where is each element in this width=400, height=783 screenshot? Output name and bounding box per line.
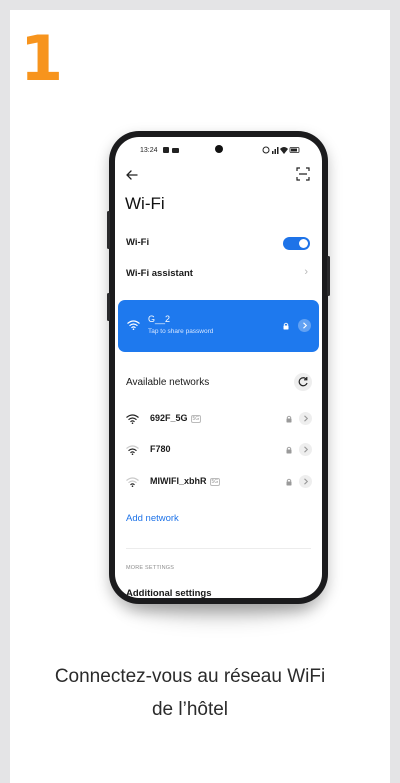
status-time: 13:24	[140, 147, 158, 154]
page-title: Wi-Fi	[125, 194, 165, 213]
chevron-right-icon: ›	[304, 266, 308, 278]
band-badge: 5G	[190, 415, 202, 423]
status-icons	[262, 146, 300, 154]
lock-icon	[283, 322, 289, 330]
network-name-text: MIWIFI_xbhR	[150, 476, 207, 486]
chevron-right-icon	[303, 478, 308, 485]
chevron-right-icon	[302, 322, 307, 329]
step-number: 1	[20, 22, 64, 95]
caption-line-1: Connectez-vous au réseau WiFi	[54, 666, 326, 687]
phone-side-button	[327, 256, 330, 296]
network-row[interactable]: F780	[115, 438, 322, 462]
video-icon	[172, 148, 179, 153]
add-network-link[interactable]: Add network	[126, 513, 179, 524]
additional-settings-row[interactable]: Additional settings	[126, 588, 212, 598]
qr-scan-icon[interactable]	[296, 167, 310, 181]
phone-screen: 13:24 Wi-Fi Wi-Fi Wi-Fi assistant › G__2…	[115, 137, 322, 598]
divider	[126, 548, 311, 549]
toggle-knob	[299, 239, 308, 248]
wifi-toggle-switch[interactable]	[283, 237, 310, 250]
refresh-button[interactable]	[294, 373, 312, 391]
connected-network-subtitle: Tap to share password	[148, 328, 214, 335]
notification-icon	[163, 147, 169, 153]
wifi-weak-signal-icon	[126, 445, 139, 455]
wifi-toggle-label: Wi-Fi	[126, 237, 150, 248]
network-name-text: 692F_5G	[150, 413, 188, 423]
front-camera	[215, 145, 223, 153]
refresh-icon	[298, 377, 308, 387]
wifi-low-signal-icon	[126, 477, 139, 487]
status-bar: 13:24	[115, 137, 322, 161]
network-name-text: F780	[150, 444, 171, 454]
lock-icon	[286, 415, 292, 423]
phone-power-button	[107, 293, 110, 321]
caption-line-2: de l’hôtel	[151, 699, 229, 720]
connected-network-name: G__2	[148, 314, 171, 324]
chevron-right-icon	[303, 446, 308, 453]
network-details-button[interactable]	[298, 319, 311, 332]
network-name: F780	[150, 444, 171, 454]
caption: Connectez-vous au réseau WiFi de l’hôtel	[20, 660, 360, 726]
connected-network-card[interactable]: G__2 Tap to share password	[118, 300, 319, 352]
network-row[interactable]: 692F_5G 5G	[115, 407, 322, 431]
more-settings-header: MORE SETTINGS	[126, 565, 175, 571]
network-details-button[interactable]	[299, 475, 312, 488]
network-row[interactable]: MIWIFI_xbhR 5G	[115, 470, 322, 494]
wifi-signal-icon	[126, 414, 139, 424]
available-networks-title: Available networks	[126, 377, 210, 388]
wifi-toggle-row[interactable]: Wi-Fi	[115, 233, 322, 253]
network-name: MIWIFI_xbhR 5G	[150, 476, 221, 486]
network-details-button[interactable]	[299, 412, 312, 425]
network-name: 692F_5G 5G	[150, 413, 202, 423]
lock-icon	[286, 446, 292, 454]
lock-icon	[286, 478, 292, 486]
phone-volume-button	[107, 211, 110, 249]
wifi-assistant-row[interactable]: Wi-Fi assistant ›	[115, 264, 322, 284]
wifi-signal-icon	[127, 320, 140, 330]
chevron-right-icon	[303, 415, 308, 422]
back-arrow-icon[interactable]	[124, 167, 140, 183]
wifi-assistant-label: Wi-Fi assistant	[126, 268, 193, 279]
network-details-button[interactable]	[299, 443, 312, 456]
band-badge: 5G	[209, 478, 221, 486]
